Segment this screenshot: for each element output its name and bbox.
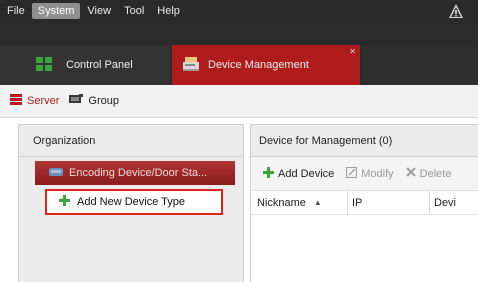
device-management-panel: Device for Management (0) Add Device Mod… xyxy=(250,124,478,282)
encoding-device-label: Encoding Device/Door Sta... xyxy=(69,167,208,179)
subtab-group[interactable]: Group xyxy=(69,94,119,108)
encoding-device-icon xyxy=(49,167,63,180)
sub-tab-bar: Server Group xyxy=(0,85,478,118)
column-nickname[interactable]: Nickname ▲ xyxy=(251,191,347,215)
organization-header: Organization xyxy=(19,125,243,157)
tab-control-panel[interactable]: Control Panel xyxy=(0,45,170,85)
modify-label: Modify xyxy=(361,167,394,180)
encoding-device-item[interactable]: Encoding Device/Door Sta... xyxy=(35,161,235,185)
tab-control-panel-label: Control Panel xyxy=(66,59,133,71)
menu-bar: File System View Tool Help xyxy=(0,0,478,22)
tab-device-management-label: Device Management xyxy=(208,59,309,71)
add-new-device-type-item[interactable]: Add New Device Type xyxy=(45,189,223,215)
column-device[interactable]: Devi xyxy=(429,190,457,215)
column-nickname-label: Nickname xyxy=(257,196,306,209)
column-device-label: Devi xyxy=(434,196,457,209)
add-device-label: Add Device xyxy=(278,167,335,180)
menu-help[interactable]: Help xyxy=(151,3,186,19)
sort-ascending-icon: ▲ xyxy=(313,198,322,207)
device-toolbar: Add Device Modify Delete xyxy=(251,157,478,191)
tab-bar-empty-area xyxy=(362,45,478,85)
tab-strip xyxy=(0,22,478,41)
delete-x-icon xyxy=(405,167,416,180)
delete-button[interactable]: Delete xyxy=(405,167,452,180)
menu-tool[interactable]: Tool xyxy=(118,3,150,19)
delete-label: Delete xyxy=(419,167,452,180)
tab-device-management[interactable]: Device Management ✕ xyxy=(172,45,360,85)
device-management-icon xyxy=(182,56,200,74)
menu-file[interactable]: File xyxy=(1,3,31,19)
device-table-header: Nickname ▲ IP Devi xyxy=(251,190,478,215)
modify-button[interactable]: Modify xyxy=(346,166,394,181)
add-new-device-type-label: Add New Device Type xyxy=(77,196,186,208)
plus-icon xyxy=(59,195,70,209)
menu-system[interactable]: System xyxy=(31,3,81,19)
device-table-body xyxy=(251,215,478,281)
group-icon xyxy=(69,94,84,108)
main-tab-bar: Control Panel Device Management ✕ xyxy=(0,22,478,85)
menu-view[interactable]: View xyxy=(81,3,117,19)
close-tab-icon[interactable]: ✕ xyxy=(349,47,356,56)
plus-icon xyxy=(263,166,274,181)
column-ip[interactable]: IP xyxy=(347,190,429,215)
add-device-button[interactable]: Add Device xyxy=(263,166,335,181)
server-icon xyxy=(10,94,22,108)
organization-panel: Organization Encoding Device/Door Sta...… xyxy=(18,124,244,282)
subtab-server-label: Server xyxy=(27,95,60,107)
subtab-group-label: Group xyxy=(88,95,119,107)
warning-icon[interactable] xyxy=(448,3,464,19)
column-ip-label: IP xyxy=(352,196,363,209)
edit-icon xyxy=(346,166,358,181)
device-for-management-header: Device for Management (0) xyxy=(251,125,478,157)
subtab-server[interactable]: Server xyxy=(10,94,59,108)
control-panel-grid-icon xyxy=(36,56,52,74)
